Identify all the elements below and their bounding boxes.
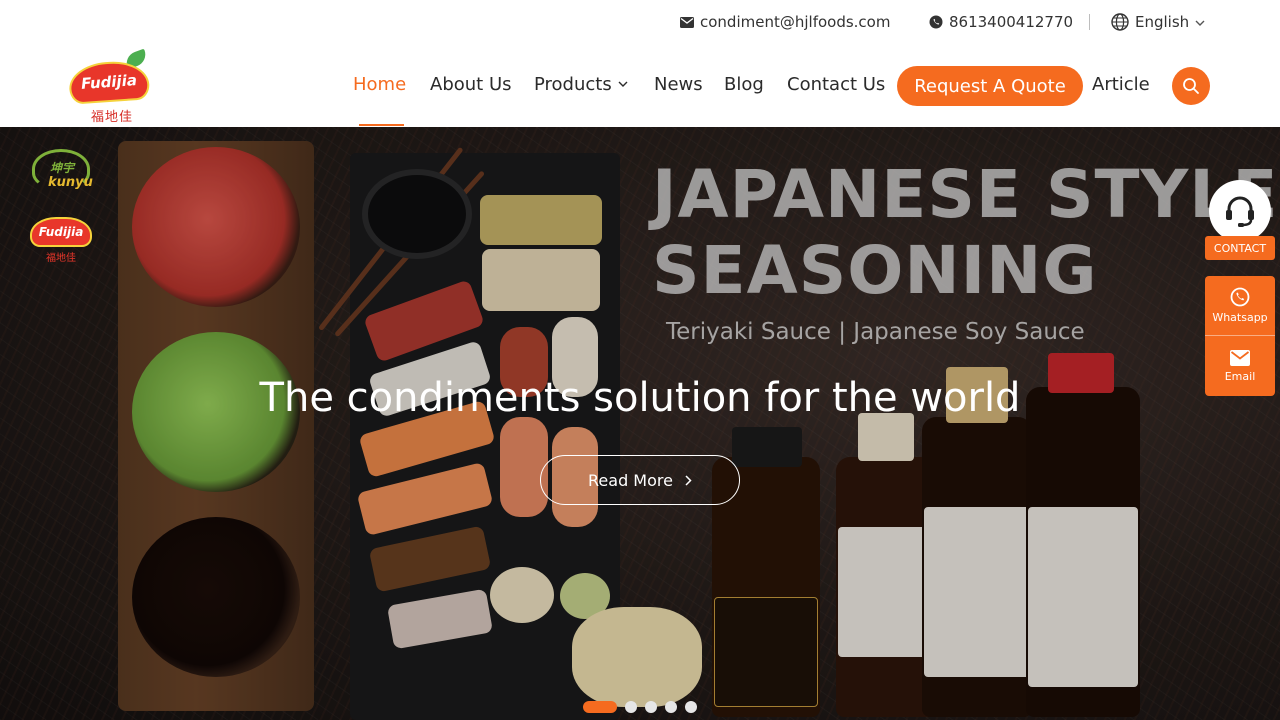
kunyu-logo-text: kunyu <box>48 175 93 190</box>
hero-heading-line-1: JAPANESE STYLE <box>652 156 1279 233</box>
top-email-text: condiment@hjlfoods.com <box>700 13 891 31</box>
carousel-dot-3[interactable] <box>645 701 657 713</box>
globe-icon <box>1111 13 1129 31</box>
nav-home[interactable]: Home <box>353 74 406 95</box>
language-selector[interactable]: English <box>1111 12 1205 32</box>
read-more-label: Read More <box>588 470 673 490</box>
carousel-pagination <box>583 700 705 714</box>
hero-banner: kunyu 坤宇 Fudijia 福地佳 JAPANESE STYLE SEAS… <box>0 127 1280 720</box>
carousel-dot-2[interactable] <box>625 701 637 713</box>
carousel-dot-1[interactable] <box>583 701 617 713</box>
support-agent-button[interactable] <box>1209 180 1271 242</box>
nav-products-label: Products <box>534 74 612 95</box>
nav-blog[interactable]: Blog <box>724 74 764 95</box>
language-label: English <box>1135 13 1190 31</box>
search-button[interactable] <box>1172 67 1210 105</box>
kunyu-logo: kunyu 坤宇 <box>28 147 94 195</box>
headset-icon <box>1220 191 1260 231</box>
whatsapp-icon <box>929 15 943 29</box>
whatsapp-label: Whatsapp <box>1212 311 1268 324</box>
floating-contact-panel: Whatsapp Email <box>1205 276 1275 396</box>
top-phone-text: 8613400412770 <box>949 13 1074 31</box>
top-email-link[interactable]: condiment@hjlfoods.com <box>680 12 890 32</box>
main-nav: Home About Us Products News Blog Contact… <box>0 66 1280 126</box>
chevron-down-icon <box>1195 13 1205 31</box>
hero-subheading: Teriyaki Sauce | Japanese Soy Sauce <box>666 319 1085 345</box>
nav-article[interactable]: Article <box>1092 74 1150 95</box>
whatsapp-icon <box>1230 287 1250 307</box>
request-quote-button[interactable]: Request A Quote <box>897 66 1083 106</box>
hero-tagline: The condiments solution for the world <box>259 375 1021 421</box>
kunyu-logo-cn: 坤宇 <box>50 161 75 175</box>
top-divider <box>1089 14 1090 30</box>
contact-label[interactable]: CONTACT <box>1205 236 1275 260</box>
chevron-down-icon <box>618 81 628 88</box>
fudijia-side-logo-cn: 福地佳 <box>46 253 76 264</box>
envelope-icon <box>1230 349 1250 366</box>
hero-heading: JAPANESE STYLE SEASONING <box>652 157 1278 309</box>
nav-active-indicator <box>359 124 404 126</box>
email-label: Email <box>1224 369 1256 383</box>
email-button[interactable]: Email <box>1205 336 1275 396</box>
search-icon <box>1182 77 1200 95</box>
nav-contact-us[interactable]: Contact Us <box>787 74 885 95</box>
nav-about-us[interactable]: About Us <box>430 74 512 95</box>
carousel-dot-4[interactable] <box>665 701 677 713</box>
top-phone-link[interactable]: 8613400412770 <box>929 12 1073 32</box>
logo-chinese-text: 福地佳 <box>91 110 134 125</box>
nav-news[interactable]: News <box>654 74 703 95</box>
hero-heading-line-2: SEASONING <box>652 232 1098 309</box>
fudijia-side-logo: Fudijia <box>30 217 92 247</box>
hero-brand-logos: kunyu 坤宇 Fudijia 福地佳 <box>28 147 98 267</box>
read-more-button[interactable]: Read More <box>540 455 740 505</box>
chevron-right-icon <box>685 474 692 486</box>
mail-icon <box>680 16 694 28</box>
top-bar: condiment@hjlfoods.com 8613400412770 Eng… <box>0 0 1280 44</box>
carousel-dot-5[interactable] <box>685 701 697 713</box>
nav-products[interactable]: Products <box>534 74 628 95</box>
whatsapp-button[interactable]: Whatsapp <box>1205 276 1275 336</box>
